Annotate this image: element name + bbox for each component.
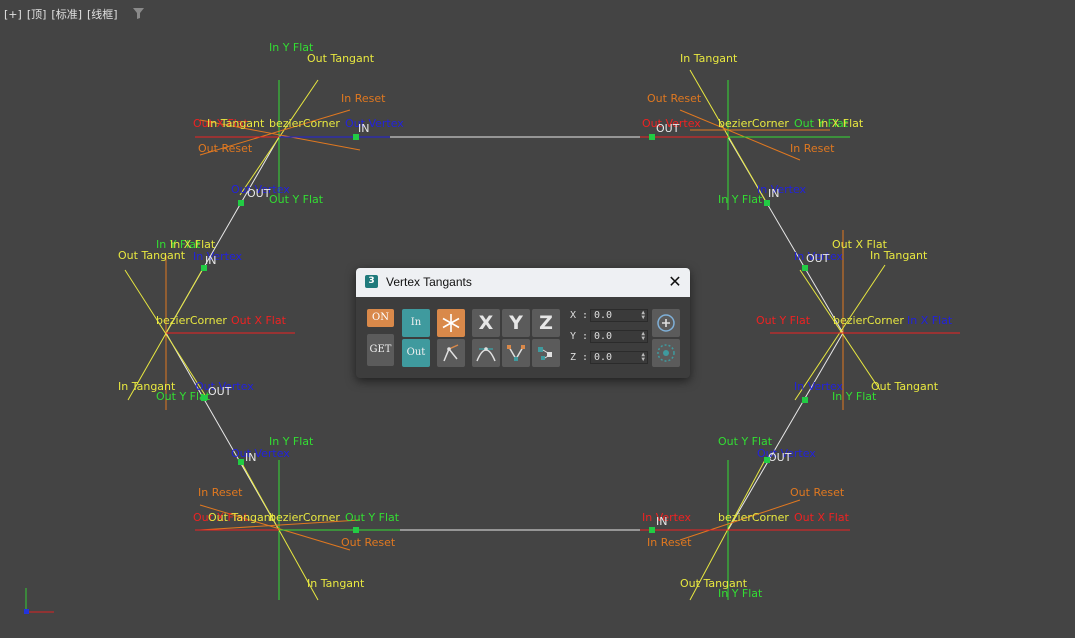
out-tangent-label[interactable]: Out Tangant bbox=[208, 511, 276, 524]
add-vertex-button[interactable] bbox=[652, 309, 680, 337]
out-reset-label[interactable]: Out Reset bbox=[198, 142, 253, 155]
tangent-handle[interactable] bbox=[238, 200, 244, 206]
tangent-handle[interactable] bbox=[802, 265, 808, 271]
corner-tangent-icon bbox=[443, 344, 459, 362]
tangent-handle[interactable] bbox=[764, 457, 770, 463]
z-value: 0.0 bbox=[594, 352, 613, 363]
in-y-flat-label[interactable]: In Y Flat bbox=[832, 390, 877, 403]
tangent-handle[interactable] bbox=[764, 200, 770, 206]
in-y-flat-label[interactable]: In Y Flat bbox=[718, 587, 763, 600]
out-reset-label[interactable]: Out Reset bbox=[647, 92, 702, 105]
x-value: 0.0 bbox=[594, 310, 613, 321]
dialog-title: Vertex Tangants bbox=[386, 275, 472, 289]
x-field-label: X : bbox=[570, 310, 589, 321]
in-marker-label[interactable]: IN bbox=[358, 122, 369, 135]
add-circle-icon bbox=[657, 314, 675, 332]
tangent-handle[interactable] bbox=[649, 134, 655, 140]
vertex-label[interactable]: bezierCorner bbox=[269, 117, 340, 130]
in-reset-label[interactable]: In Reset bbox=[198, 486, 243, 499]
out-marker-label[interactable]: OUT bbox=[247, 187, 271, 200]
tangent-handle[interactable] bbox=[353, 134, 359, 140]
out-marker-label[interactable]: OUT bbox=[208, 385, 232, 398]
out-y-flat-label[interactable]: Out Y Flat bbox=[756, 314, 811, 327]
in-x-flat-label[interactable]: In X Flat bbox=[818, 117, 864, 130]
in-marker-label[interactable]: IN bbox=[245, 451, 256, 464]
tangent-handle[interactable] bbox=[238, 459, 244, 465]
smooth-curve-icon bbox=[476, 347, 496, 362]
app-logo-icon: 3 bbox=[365, 275, 378, 288]
tangent-line bbox=[799, 269, 881, 391]
dotted-circle-icon bbox=[657, 344, 675, 362]
close-button[interactable]: ✕ bbox=[666, 273, 684, 291]
in-button[interactable]: In bbox=[402, 309, 430, 337]
flat-x-button[interactable]: X bbox=[472, 309, 500, 337]
x-value-spinner[interactable]: 0.0 ▲ ▼ bbox=[590, 309, 648, 322]
corner-tangent-button[interactable] bbox=[437, 339, 465, 367]
tangent-handle[interactable] bbox=[201, 395, 207, 401]
out-tangent-label[interactable]: Out Tangant bbox=[871, 380, 939, 393]
out-reset-label[interactable]: Out Reset bbox=[341, 536, 396, 549]
out-tangent-label[interactable]: Out Tangant bbox=[307, 52, 375, 65]
vertex-select-icon bbox=[507, 345, 525, 361]
y-value: 0.0 bbox=[594, 331, 613, 342]
out-x-flat-label[interactable]: Out X Flat bbox=[794, 511, 850, 524]
flat-z-label: Z bbox=[539, 312, 553, 334]
y-value-spinner[interactable]: 0.0 ▲ ▼ bbox=[590, 330, 648, 343]
out-vertex-label[interactable]: Out Vertex bbox=[231, 447, 290, 460]
in-vertex-label[interactable]: In Vertex bbox=[193, 250, 243, 263]
spinner-arrows-icon[interactable]: ▲ ▼ bbox=[641, 331, 645, 342]
in-y-flat-label[interactable]: In Y Flat bbox=[718, 193, 763, 206]
in-tangent-label[interactable]: In Tangant bbox=[207, 117, 265, 130]
smooth-tangent-button[interactable] bbox=[472, 339, 500, 367]
out-x-flat-label[interactable]: Out X Flat bbox=[231, 314, 287, 327]
out-y-flat-label[interactable]: Out Y Flat bbox=[345, 511, 400, 524]
out-vertex-label[interactable]: Out Vertex bbox=[345, 117, 404, 130]
out-marker-label[interactable]: OUT bbox=[768, 451, 792, 464]
tangent-handle[interactable] bbox=[201, 265, 207, 271]
out-button[interactable]: Out bbox=[402, 339, 430, 367]
in-vertex-label[interactable]: In Vertex bbox=[757, 183, 807, 196]
out-tangent-label[interactable]: Out Tangant bbox=[118, 249, 186, 262]
vertex-label[interactable]: bezierCorner bbox=[833, 314, 904, 327]
vertex-label[interactable]: bezierCorner bbox=[718, 117, 789, 130]
on-button[interactable]: ON bbox=[367, 309, 394, 327]
out-reset-label[interactable]: Out Reset bbox=[790, 486, 845, 499]
vertex-label[interactable]: bezierCorner bbox=[156, 314, 227, 327]
vertex-align-button[interactable] bbox=[532, 339, 560, 367]
spinner-arrows-icon[interactable]: ▲ ▼ bbox=[641, 310, 645, 321]
pick-vertex-button[interactable] bbox=[652, 339, 680, 367]
in-tangent-label[interactable]: In Tangant bbox=[680, 52, 738, 65]
flat-z-button[interactable]: Z bbox=[532, 309, 560, 337]
out-marker-label[interactable]: OUT bbox=[806, 252, 830, 265]
z-field-label: Z : bbox=[570, 352, 589, 363]
snowflake-button[interactable] bbox=[437, 309, 465, 337]
vertex-select-button[interactable] bbox=[502, 339, 530, 367]
get-button[interactable]: GET bbox=[367, 334, 394, 366]
dialog-titlebar[interactable]: 3 Vertex Tangants ✕ bbox=[356, 268, 690, 297]
axis-tripod-icon bbox=[24, 588, 54, 614]
in-tangent-label[interactable]: In Tangant bbox=[307, 577, 365, 590]
vertex-label[interactable]: bezierCorner bbox=[718, 511, 789, 524]
tangent-handle[interactable] bbox=[649, 527, 655, 533]
vertex-tangents-dialog: 3 Vertex Tangants ✕ ON GET In Out X Y Z bbox=[356, 268, 690, 378]
flat-y-button[interactable]: Y bbox=[502, 309, 530, 337]
in-marker-label[interactable]: IN bbox=[656, 515, 667, 528]
tangent-handle[interactable] bbox=[802, 397, 808, 403]
vertex-label[interactable]: bezierCorner bbox=[269, 511, 340, 524]
out-marker-label[interactable]: OUT bbox=[656, 122, 680, 135]
z-value-spinner[interactable]: 0.0 ▲ ▼ bbox=[590, 351, 648, 364]
in-x-flat-label[interactable]: In X Flat bbox=[907, 314, 953, 327]
vertex-align-icon bbox=[538, 347, 552, 360]
spinner-arrows-icon[interactable]: ▲ ▼ bbox=[641, 352, 645, 363]
tangent-handle[interactable] bbox=[353, 527, 359, 533]
in-reset-label[interactable]: In Reset bbox=[647, 536, 692, 549]
in-reset-label[interactable]: In Reset bbox=[341, 92, 386, 105]
in-marker-label[interactable]: IN bbox=[768, 187, 779, 200]
y-field-label: Y : bbox=[570, 331, 589, 342]
in-tangent-label[interactable]: In Tangant bbox=[870, 249, 928, 262]
out-y-flat-label[interactable]: Out Y Flat bbox=[269, 193, 324, 206]
in-reset-label[interactable]: In Reset bbox=[790, 142, 835, 155]
snowflake-icon bbox=[442, 314, 460, 332]
